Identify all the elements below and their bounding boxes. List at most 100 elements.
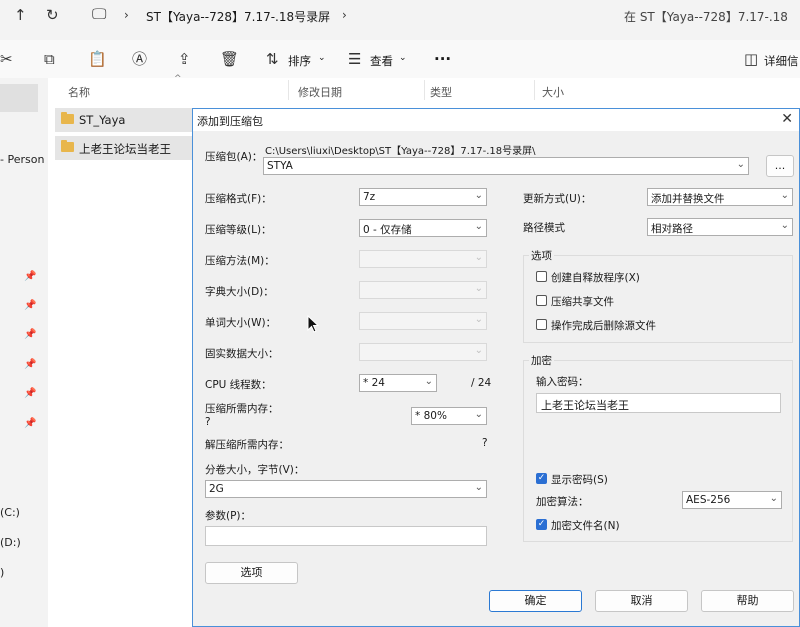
sort-chevron-icon: ^ bbox=[174, 74, 182, 84]
view-button[interactable]: 查看 bbox=[370, 53, 393, 69]
encrypt-names-checkbox[interactable]: ✓ bbox=[536, 519, 547, 530]
copy-icon[interactable]: ⧉ bbox=[44, 51, 55, 67]
column-header-type[interactable]: 类型 bbox=[430, 84, 452, 100]
chevron-right-icon[interactable]: › bbox=[342, 7, 347, 23]
show-password-label[interactable]: 显示密码(S) bbox=[551, 472, 608, 487]
view-icon[interactable]: ☰ bbox=[348, 51, 361, 67]
shared-files-label[interactable]: 压缩共享文件 bbox=[551, 294, 614, 309]
word-size-combo[interactable]: ⌄ bbox=[359, 312, 487, 330]
help-button[interactable]: 帮助 bbox=[701, 590, 794, 612]
split-size-value: 2G bbox=[209, 483, 224, 495]
cancel-button[interactable]: 取消 bbox=[595, 590, 688, 612]
memory-label: 压缩所需内存： bbox=[205, 403, 279, 415]
chevron-down-icon: ⌄ bbox=[474, 252, 483, 263]
chevron-down-icon[interactable]: ⌄ bbox=[737, 159, 745, 170]
browse-button[interactable]: ... bbox=[766, 155, 794, 177]
column-divider[interactable] bbox=[534, 80, 535, 100]
encrypt-names-label[interactable]: 加密文件名(N) bbox=[551, 518, 620, 533]
breadcrumb-folder[interactable]: ST【Yaya--728】7.17-.18号录屏 bbox=[146, 8, 330, 25]
chevron-down-icon: ⌄ bbox=[474, 345, 483, 356]
show-password-checkbox[interactable]: ✓ bbox=[536, 473, 547, 484]
details-button[interactable]: 详细信 bbox=[764, 53, 799, 69]
format-combo[interactable]: 7z ⌄ bbox=[359, 188, 487, 206]
encryption-group-title: 加密 bbox=[529, 353, 554, 368]
rename-icon[interactable]: Ⓐ bbox=[132, 51, 147, 67]
encryption-method-combo[interactable]: AES-256 ⌄ bbox=[682, 491, 782, 509]
close-icon[interactable]: ✕ bbox=[781, 111, 793, 127]
sort-icon[interactable]: ⇅ bbox=[266, 51, 279, 67]
chevron-down-icon: ⌄ bbox=[780, 190, 789, 201]
file-row[interactable]: 上老王论坛当老王 bbox=[55, 136, 195, 160]
archive-path: C:\Users\liuxi\Desktop\ST【Yaya--728】7.17… bbox=[265, 146, 536, 157]
memory-value: ? bbox=[205, 416, 211, 428]
sfx-label[interactable]: 创建自释放程序(X) bbox=[551, 270, 640, 285]
shared-files-checkbox[interactable] bbox=[536, 295, 547, 306]
archive-name-combo[interactable]: STYA ⌄ bbox=[263, 157, 749, 175]
pin-icon: 📌 bbox=[24, 359, 37, 370]
method-combo[interactable]: ⌄ bbox=[359, 250, 487, 268]
sfx-checkbox[interactable] bbox=[536, 271, 547, 282]
sort-button[interactable]: 排序 bbox=[288, 53, 311, 69]
options-button[interactable]: 选项 bbox=[205, 562, 298, 584]
nav-drive-other[interactable]: ) bbox=[0, 566, 4, 579]
decompress-memory-value: ? bbox=[482, 437, 488, 449]
share-icon[interactable]: ⇪ bbox=[178, 51, 191, 67]
update-mode-combo[interactable]: 添加并替换文件 ⌄ bbox=[647, 188, 793, 206]
chevron-down-icon: ⌄ bbox=[318, 53, 326, 63]
encryption-method-label: 加密算法： bbox=[536, 496, 589, 508]
navigation-pane: - Person 📌 📌 📌 📌 📌 📌 (C:) (D:) ) bbox=[0, 78, 48, 627]
command-bar: ✂ ⧉ 📋 Ⓐ ⇪ 🗑 ⇅ 排序 ⌄ ☰ 查看 ⌄ ··· ◫ 详细信 bbox=[0, 40, 800, 79]
solid-size-label: 固实数据大小： bbox=[205, 348, 279, 360]
folder-icon bbox=[61, 140, 74, 152]
ok-button[interactable]: 确定 bbox=[489, 590, 582, 612]
dialog-title-bar[interactable]: 添加到压缩包 ✕ bbox=[193, 109, 799, 131]
computer-icon[interactable]: 🖵 bbox=[92, 6, 106, 22]
folder-icon bbox=[61, 112, 74, 124]
chevron-down-icon: ⌄ bbox=[474, 190, 483, 201]
path-mode-value: 相对路径 bbox=[651, 223, 693, 235]
paste-icon[interactable]: 📋 bbox=[88, 51, 107, 67]
cpu-threads-combo[interactable]: * 24 ⌄ bbox=[359, 374, 437, 392]
cpu-threads-label: CPU 线程数： bbox=[205, 379, 272, 391]
column-divider[interactable] bbox=[424, 80, 425, 100]
search-box[interactable]: 在 ST【Yaya--728】7.17-.18 bbox=[624, 8, 788, 25]
details-pane-icon[interactable]: ◫ bbox=[744, 51, 758, 67]
delete-icon[interactable]: 🗑 bbox=[220, 51, 239, 67]
dialog-title: 添加到压缩包 bbox=[197, 115, 263, 128]
refresh-icon[interactable]: ↻ bbox=[46, 7, 59, 23]
chevron-down-icon: ⌄ bbox=[474, 221, 483, 232]
file-row[interactable]: ST_Yaya bbox=[55, 108, 195, 132]
delete-after-label[interactable]: 操作完成后删除源文件 bbox=[551, 318, 656, 333]
nav-drive-c[interactable]: (C:) bbox=[0, 506, 20, 519]
column-divider[interactable] bbox=[288, 80, 289, 100]
password-value: 上老王论坛当老王 bbox=[541, 399, 629, 412]
more-options-button[interactable]: ··· bbox=[434, 50, 451, 68]
solid-size-combo[interactable]: ⌄ bbox=[359, 343, 487, 361]
up-arrow-icon[interactable]: ↑ bbox=[14, 7, 27, 23]
file-name: ST_Yaya bbox=[79, 113, 126, 127]
column-header-date[interactable]: 修改日期 bbox=[298, 84, 342, 100]
format-value: 7z bbox=[363, 191, 376, 203]
column-header-name[interactable]: 名称 bbox=[68, 84, 90, 100]
split-size-combo[interactable]: 2G ⌄ bbox=[205, 480, 487, 498]
address-bar: ↑ ↻ 🖵 › ST【Yaya--728】7.17-.18号录屏 › 在 ST【… bbox=[0, 0, 800, 30]
params-input[interactable] bbox=[205, 526, 487, 546]
memory-percent-combo[interactable]: * 80% ⌄ bbox=[411, 407, 487, 425]
options-group-title: 选项 bbox=[529, 248, 554, 263]
delete-after-checkbox[interactable] bbox=[536, 319, 547, 330]
chevron-down-icon: ⌄ bbox=[424, 376, 433, 387]
memory-percent-value: * 80% bbox=[415, 410, 447, 422]
cut-icon[interactable]: ✂ bbox=[0, 51, 13, 67]
dict-size-combo[interactable]: ⌄ bbox=[359, 281, 487, 299]
nav-item-personal[interactable]: - Person bbox=[0, 153, 44, 166]
split-size-label: 分卷大小，字节(V)： bbox=[205, 464, 305, 476]
column-header-size[interactable]: 大小 bbox=[542, 84, 564, 100]
pin-icon: 📌 bbox=[24, 388, 37, 399]
path-mode-combo[interactable]: 相对路径 ⌄ bbox=[647, 218, 793, 236]
format-label: 压缩格式(F)： bbox=[205, 193, 272, 205]
password-input[interactable]: 上老王论坛当老王 bbox=[536, 393, 781, 413]
encryption-method-value: AES-256 bbox=[686, 494, 731, 506]
nav-drive-d[interactable]: (D:) bbox=[0, 536, 21, 549]
level-combo[interactable]: 0 - 仅存储 ⌄ bbox=[359, 219, 487, 237]
nav-selected-item[interactable] bbox=[0, 84, 38, 112]
